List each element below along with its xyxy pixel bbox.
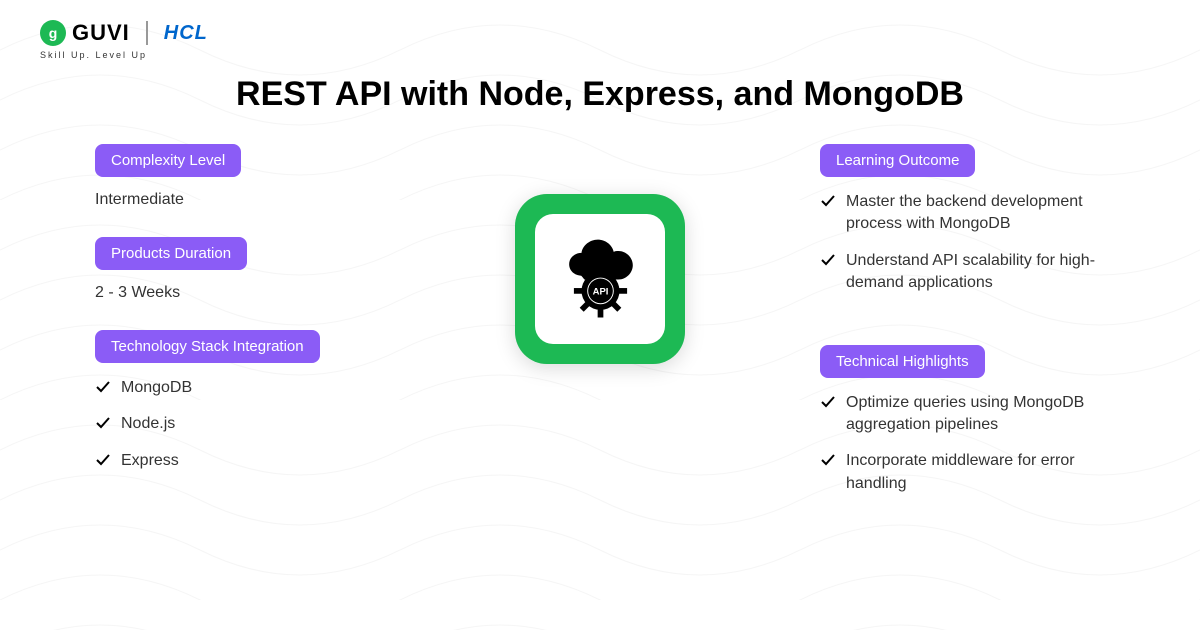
check-icon <box>820 252 836 268</box>
header-logos: g GUVI HCL <box>40 20 1160 46</box>
tech-highlights-badge: Technical Highlights <box>820 345 985 378</box>
complexity-value: Intermediate <box>95 191 380 209</box>
tech-highlights-section: Technical Highlights Optimize queries us… <box>820 345 1130 496</box>
list-item: Understand API scalability for high-dema… <box>820 250 1130 295</box>
check-icon <box>820 193 836 209</box>
tech-stack-section: Technology Stack Integration MongoDB Nod… <box>95 330 380 472</box>
check-icon <box>820 452 836 468</box>
list-item: Express <box>95 450 380 472</box>
complexity-section: Complexity Level Intermediate <box>95 144 380 209</box>
right-column: Learning Outcome Master the backend deve… <box>820 144 1160 523</box>
learning-outcome-section: Learning Outcome Master the backend deve… <box>820 144 1130 295</box>
hcl-brand-text: HCL <box>164 22 208 45</box>
duration-section: Products Duration 2 - 3 Weeks <box>95 237 380 302</box>
tech-highlights-list: Optimize queries using MongoDB aggregati… <box>820 392 1130 496</box>
list-item: Master the backend development process w… <box>820 191 1130 236</box>
tech-highlights-item: Optimize queries using MongoDB aggregati… <box>846 392 1130 437</box>
learning-outcome-item: Master the backend development process w… <box>846 191 1130 236</box>
brand-tagline: Skill Up. Level Up <box>40 50 1160 60</box>
check-icon <box>95 415 111 431</box>
tech-stack-item: Node.js <box>121 413 175 435</box>
tech-highlights-item: Incorporate middleware for error handlin… <box>846 450 1130 495</box>
learning-outcome-item: Understand API scalability for high-dema… <box>846 250 1130 295</box>
list-item: Optimize queries using MongoDB aggregati… <box>820 392 1130 437</box>
list-item: MongoDB <box>95 377 380 399</box>
complexity-badge: Complexity Level <box>95 144 241 177</box>
page-title: REST API with Node, Express, and MongoDB <box>40 75 1160 114</box>
center-illustration: API <box>500 144 700 364</box>
check-icon <box>820 394 836 410</box>
list-item: Node.js <box>95 413 380 435</box>
left-column: Complexity Level Intermediate Products D… <box>40 144 380 500</box>
tech-stack-badge: Technology Stack Integration <box>95 330 320 363</box>
guvi-brand-text: GUVI <box>72 20 130 46</box>
duration-badge: Products Duration <box>95 237 247 270</box>
learning-outcome-badge: Learning Outcome <box>820 144 975 177</box>
tech-stack-item: MongoDB <box>121 377 192 399</box>
learning-outcome-list: Master the backend development process w… <box>820 191 1130 295</box>
guvi-logo: g GUVI <box>40 20 130 46</box>
list-item: Incorporate middleware for error handlin… <box>820 450 1130 495</box>
svg-text:API: API <box>592 286 608 297</box>
check-icon <box>95 452 111 468</box>
guvi-icon: g <box>40 20 66 46</box>
tech-stack-item: Express <box>121 450 179 472</box>
duration-value: 2 - 3 Weeks <box>95 284 380 302</box>
tech-stack-list: MongoDB Node.js Express <box>95 377 380 472</box>
logo-divider <box>146 21 148 45</box>
check-icon <box>95 379 111 395</box>
api-cloud-gear-icon: API <box>553 232 648 327</box>
